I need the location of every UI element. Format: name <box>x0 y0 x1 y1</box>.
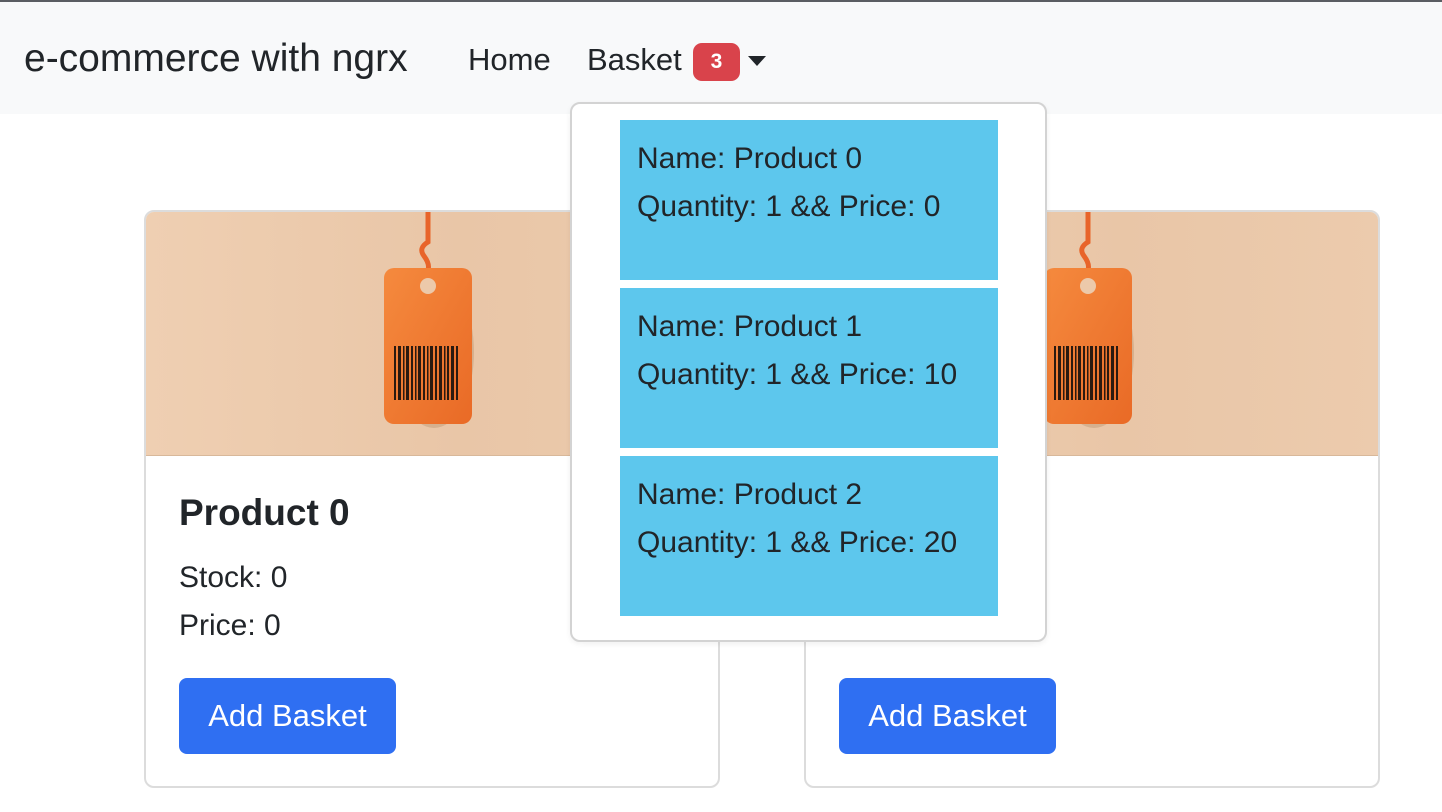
basket-item-name: Name: Product 2 <box>637 478 863 511</box>
add-basket-button[interactable]: Add Basket <box>839 678 1056 754</box>
nav-basket-toggle[interactable]: Basket <box>587 42 682 78</box>
basket-item-quantity-price: Quantity: 1 && Price: 20 <box>637 526 958 559</box>
basket-item-name: Name: Product 1 <box>637 310 863 343</box>
price-tag-icon <box>1044 212 1134 428</box>
basket-item-quantity-price: Quantity: 1 && Price: 0 <box>637 190 941 223</box>
caret-down-icon[interactable] <box>748 56 766 66</box>
basket-item-quantity-price: Quantity: 1 && Price: 10 <box>637 358 958 391</box>
basket-count-badge[interactable]: 3 <box>693 43 740 81</box>
product-stock: Stock: 0 <box>179 561 288 594</box>
basket-item[interactable]: Name: Product 1 Quantity: 1 && Price: 10 <box>620 288 998 448</box>
add-basket-button[interactable]: Add Basket <box>179 678 396 754</box>
basket-item[interactable]: Name: Product 0 Quantity: 1 && Price: 0 <box>620 120 998 280</box>
price-tag-icon <box>384 212 474 428</box>
navbar: e-commerce with ngrx Home Basket 3 <box>0 2 1442 114</box>
nav-home-link[interactable]: Home <box>468 42 551 78</box>
brand[interactable]: e-commerce with ngrx <box>24 37 408 81</box>
product-price: Price: 0 <box>179 609 281 642</box>
basket-item[interactable]: Name: Product 2 Quantity: 1 && Price: 20 <box>620 456 998 616</box>
product-title: Product 0 <box>179 492 350 533</box>
basket-dropdown-menu: Name: Product 0 Quantity: 1 && Price: 0 … <box>570 102 1047 642</box>
basket-item-name: Name: Product 0 <box>637 142 863 175</box>
